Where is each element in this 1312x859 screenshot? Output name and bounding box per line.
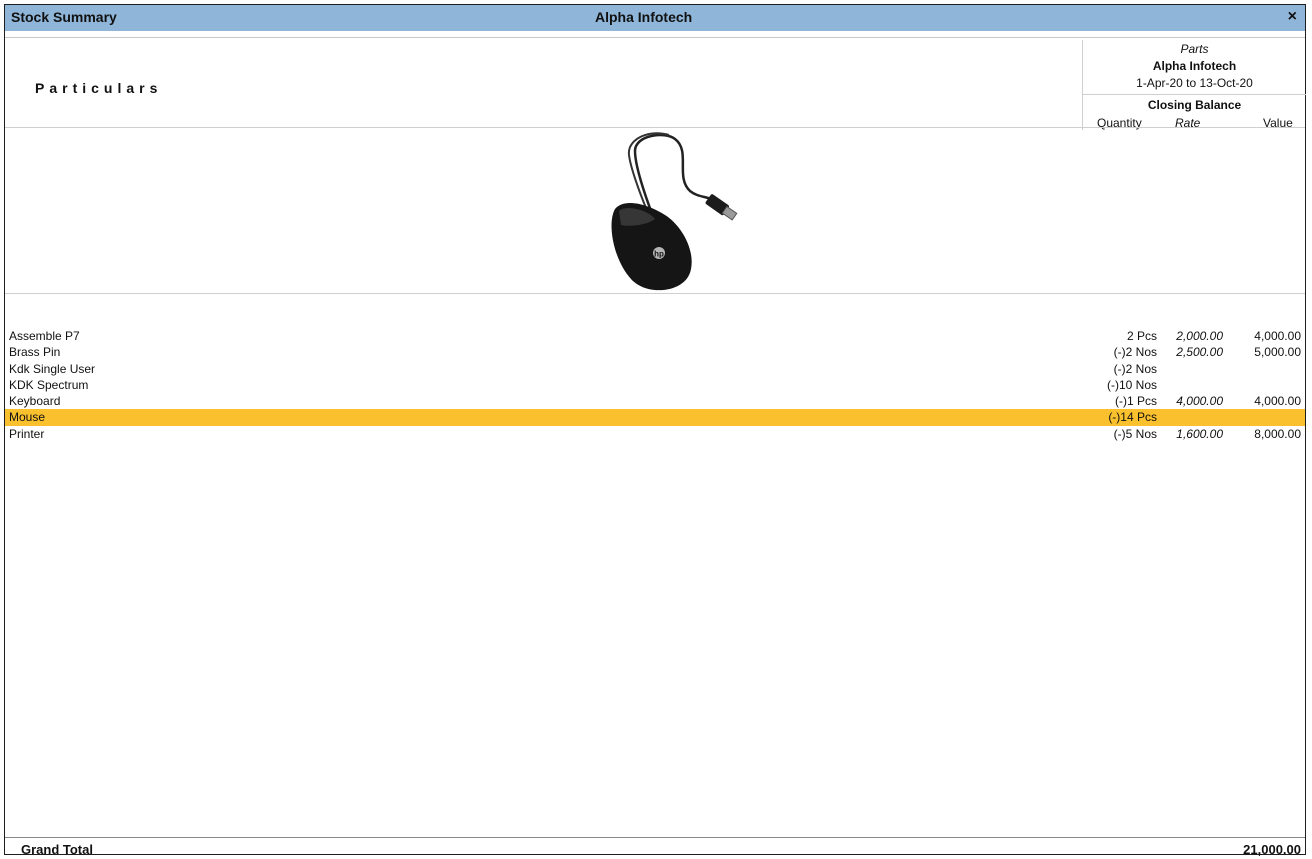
window-title: Stock Summary: [11, 9, 117, 25]
image-bottom-divider: [5, 293, 1305, 294]
item-value: 4,000.00: [1254, 394, 1301, 409]
item-rate: 2,500.00: [1176, 345, 1223, 360]
particulars-heading: Particulars: [35, 80, 163, 96]
item-name: Brass Pin: [9, 345, 61, 360]
header-company: Alpha Infotech: [1152, 59, 1237, 73]
item-quantity: 2 Pcs: [1126, 329, 1157, 343]
company-title: Alpha Infotech: [595, 9, 693, 25]
svg-text:hp: hp: [654, 250, 664, 259]
grand-total-divider: [5, 837, 1305, 838]
item-rate: 4,000.00: [1176, 394, 1223, 409]
list-item-selected[interactable]: Mouse (-)14 Pcs: [5, 409, 1305, 426]
list-item[interactable]: Keyboard (-)1 Pcs 4,000.00 4,000.00: [5, 393, 1305, 409]
list-item[interactable]: KDK Spectrum (-)10 Nos: [5, 377, 1305, 393]
item-rate: 2,000.00: [1176, 329, 1223, 343]
item-quantity: (-)1 Pcs: [1115, 394, 1157, 409]
title-bar: Stock Summary Alpha Infotech ×: [5, 5, 1305, 31]
closing-balance-header: Parts Alpha Infotech 1-Apr-20 to 13-Oct-…: [1082, 40, 1306, 130]
item-quantity: (-)5 Nos: [1113, 426, 1157, 441]
mouse-icon: hp: [611, 132, 738, 291]
item-name: KDK Spectrum: [9, 377, 89, 392]
item-quantity: (-)2 Nos: [1113, 345, 1157, 360]
header-top-divider: [5, 37, 1305, 38]
item-name: Printer: [9, 426, 45, 441]
item-name: Keyboard: [9, 394, 61, 409]
item-name: Assemble P7: [9, 329, 80, 343]
item-value: 5,000.00: [1254, 345, 1301, 360]
item-quantity: (-)10 Nos: [1106, 377, 1157, 392]
item-value: 4,000.00: [1254, 329, 1301, 343]
item-value: 8,000.00: [1254, 426, 1301, 441]
list-item[interactable]: Brass Pin (-)2 Nos 2,500.00 5,000.00: [5, 344, 1305, 360]
item-quantity: (-)2 Nos: [1113, 361, 1157, 376]
closing-balance-label: Closing Balance: [1147, 98, 1242, 112]
close-icon[interactable]: ×: [1288, 8, 1297, 26]
item-name: Mouse: [9, 410, 46, 425]
stock-items-list: Assemble P7 2 Pcs 2,000.00 4,000.00 Bras…: [5, 328, 1305, 442]
stock-summary-window: Stock Summary Alpha Infotech × Particula…: [4, 4, 1306, 857]
item-quantity: (-)14 Pcs: [1108, 410, 1157, 425]
list-item[interactable]: Assemble P7 2 Pcs 2,000.00 4,000.00: [5, 328, 1305, 344]
header-divider: [1083, 94, 1306, 95]
item-name: Kdk Single User: [9, 361, 96, 376]
grand-total-label: Grand Total: [21, 842, 93, 857]
period-range: 1-Apr-20 to 13-Oct-20: [1136, 76, 1253, 90]
list-item[interactable]: Kdk Single User (-)2 Nos: [5, 361, 1305, 377]
header-bottom-divider: [5, 127, 1305, 128]
group-name: Parts: [1180, 42, 1209, 56]
item-rate: 1,600.00: [1176, 426, 1223, 441]
list-item[interactable]: Printer (-)5 Nos 1,600.00 8,000.00: [5, 426, 1305, 442]
grand-total-value: 21,000.00: [1243, 842, 1301, 857]
